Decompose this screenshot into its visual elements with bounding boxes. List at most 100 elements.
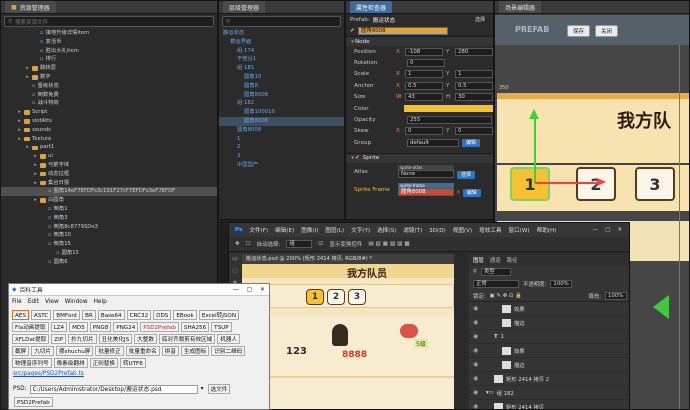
node-tree-tab[interactable]: 层级管理器 <box>223 1 266 13</box>
node-item[interactable]: 着运界面 <box>219 38 344 47</box>
asset-item[interactable]: ▸ 集合日报 <box>1 179 217 188</box>
node-item[interactable]: 2 <box>219 143 344 152</box>
transform-checkbox[interactable]: ☑ <box>318 241 323 247</box>
tool-button[interactable]: PNG24 <box>113 322 139 332</box>
skew-y-input[interactable]: 0 <box>455 127 493 136</box>
anchor-x-input[interactable]: 0.5 <box>405 81 443 90</box>
asset-item[interactable]: ▸ part1 <box>1 143 217 152</box>
sprite-frame-input[interactable]: 圆角8008 <box>398 188 454 197</box>
expand-arrow-icon[interactable]: ▸ <box>33 179 38 188</box>
asset-item[interactable]: ▫ 倒数免费 <box>1 91 217 100</box>
asset-item[interactable]: ▸ 动态拉框 <box>1 170 217 179</box>
node-item[interactable]: 圆角100010 <box>219 108 344 117</box>
asset-item[interactable]: ▫ 倒角8c8779SDo3 <box>1 223 217 232</box>
position-x-input[interactable]: -108 <box>405 47 443 56</box>
tool-button[interactable]: BMFont <box>53 310 81 320</box>
tool-button[interactable]: 底对齐裁剪有效区域 <box>158 334 216 344</box>
lasso-tool-icon[interactable]: ◌ <box>232 267 237 274</box>
layer-kind-filter[interactable]: 类型 <box>480 268 511 276</box>
asset-item[interactable]: ▸ ui <box>1 152 217 161</box>
ps-menu-item[interactable]: 文件(F) <box>249 228 268 234</box>
expand-arrow-icon[interactable]: ▸ <box>33 152 38 161</box>
tool-button[interactable]: 截屏 <box>12 346 30 356</box>
expand-arrow-icon[interactable]: ▸ <box>25 143 30 152</box>
asset-item[interactable]: ▫ 排行 <box>1 55 217 64</box>
scene-tile-3[interactable]: 3 <box>635 167 675 201</box>
node-item[interactable]: 圆角8008 <box>219 116 344 126</box>
convert-button[interactable]: PSD2Prefab <box>14 397 53 407</box>
tool-button[interactable]: 批量修正 <box>95 346 124 356</box>
move-tool-icon[interactable]: ✥ <box>235 241 240 247</box>
scene-close-button[interactable]: 关闭 <box>595 25 619 37</box>
asset-search-input[interactable]: ⚲ 搜索资源文件 <box>4 16 214 27</box>
scene-tab[interactable]: 场景编辑器 <box>499 1 542 13</box>
ps-menu-item[interactable]: 窗口(W) <box>509 228 530 234</box>
visibility-eye-icon[interactable]: ◉ <box>473 305 480 312</box>
anchor-y-input[interactable]: 0.5 <box>455 81 493 90</box>
ps-close-icon[interactable]: ✕ <box>617 227 622 233</box>
ps-tile-1[interactable]: 1 <box>306 289 324 305</box>
tool-close-icon[interactable]: ✕ <box>260 287 265 293</box>
tool-button[interactable]: DDS <box>153 310 172 320</box>
lock-icons[interactable]: ▣ ✎ ✥ ⊡ 🔒 <box>490 293 522 299</box>
rotation-input[interactable]: 0 <box>407 59 445 68</box>
blend-mode-select[interactable]: 正常 <box>473 280 519 288</box>
prefab-select-button[interactable]: 选择 <box>471 16 489 24</box>
asset-item[interactable]: ▫ 复活币 <box>1 38 217 47</box>
tool-button[interactable]: SHA256 <box>180 322 210 332</box>
tool-button[interactable]: TSUP <box>211 322 232 332</box>
node-item[interactable]: 圆角8008 <box>219 91 344 100</box>
tool-button[interactable]: MD5 <box>69 322 88 332</box>
ps-menu-item[interactable]: 图像(I) <box>301 228 318 234</box>
inspector-tab[interactable]: 属性检查器 <box>350 1 393 13</box>
sprite-frame-edit-button[interactable]: 编辑 <box>462 188 481 197</box>
asset-item[interactable]: ▫ 战斗特效 <box>1 99 217 108</box>
tool-button[interactable]: 生成图标 <box>180 346 210 356</box>
gizmo-x-arrow-icon[interactable] <box>597 178 606 186</box>
scale-x-input[interactable]: 1 <box>405 70 443 79</box>
tool-button[interactable]: 像素级翻排 <box>53 358 88 368</box>
expand-arrow-icon[interactable]: ▸ <box>33 161 38 170</box>
clear-icon[interactable]: ✕ <box>456 190 461 196</box>
node-active-checkbox[interactable]: ✔ <box>350 27 355 34</box>
node-item[interactable]: 3 <box>219 152 344 161</box>
tool-menu-item[interactable]: File <box>12 299 22 305</box>
ps-menu-item[interactable]: 增效工具 <box>479 228 501 234</box>
asset-item[interactable]: ▸ 跳转层 <box>1 64 217 73</box>
tool-menu-item[interactable]: Edit <box>28 299 39 305</box>
tool-button[interactable]: 正则替换 <box>89 358 118 368</box>
ps-menu-item[interactable]: 文字(Y) <box>351 228 370 234</box>
tool-button[interactable]: Fla动画提取 <box>12 322 49 332</box>
layer-row[interactable]: ◉ 效果 <box>469 344 629 358</box>
asset-item[interactable]: ▸ 数字 <box>1 73 217 82</box>
expand-arrow-icon[interactable]: ▸ <box>25 73 30 82</box>
tool-button[interactable]: 挪shuchu屏 <box>56 346 94 356</box>
scale-y-input[interactable]: 1 <box>455 70 493 79</box>
tool-menu-item[interactable]: Window <box>65 299 88 305</box>
psd-path-input[interactable]: C:/Users/Administrator/Desktop/搬运状态.psd <box>29 384 198 394</box>
tool-button[interactable]: Excel转JSON <box>198 310 240 320</box>
group-edit-button[interactable]: 编辑 <box>462 138 481 147</box>
layer-row[interactable]: ◉ 描边 <box>469 358 629 372</box>
asset-item[interactable]: ▫ 倒角10 <box>1 231 217 240</box>
asset-item[interactable]: ▸ sounds <box>1 126 217 135</box>
ps-doc-tab[interactable]: 搬运状态.psd @ 200% (矩形 2414 拷贝, RGB/8#) * <box>242 254 467 264</box>
layer-row[interactable]: ◉ 矩形 2414 拷贝 2 <box>469 372 629 386</box>
tool-button[interactable]: Base64 <box>97 310 125 320</box>
ps-menu-item[interactable]: 选择(S) <box>377 228 396 234</box>
tool-button[interactable]: 识别二维码 <box>211 346 246 356</box>
tool-button[interactable]: XFLDat提取 <box>12 334 50 344</box>
node-item[interactable]: 组 174 <box>219 47 344 56</box>
node-item[interactable]: 组 181 <box>219 64 344 73</box>
visibility-eye-icon[interactable]: ◉ <box>473 361 480 368</box>
color-swatch[interactable] <box>403 105 493 113</box>
tool-button[interactable]: LZ4 <box>50 322 68 332</box>
align-icons[interactable]: ▤▥▦▧▨▩ <box>368 241 411 247</box>
sprite-checkbox[interactable]: ✔ <box>355 155 360 161</box>
tool-button[interactable]: 转UTF8 <box>119 358 146 368</box>
layer-opacity-input[interactable]: 100% <box>550 280 573 288</box>
group-select[interactable]: default <box>407 138 459 147</box>
asset-item[interactable]: ▸ slotAtts <box>1 117 217 126</box>
ps-menu-item[interactable]: 编辑(E) <box>275 228 294 234</box>
expand-arrow-icon[interactable]: ▸ <box>17 126 22 135</box>
